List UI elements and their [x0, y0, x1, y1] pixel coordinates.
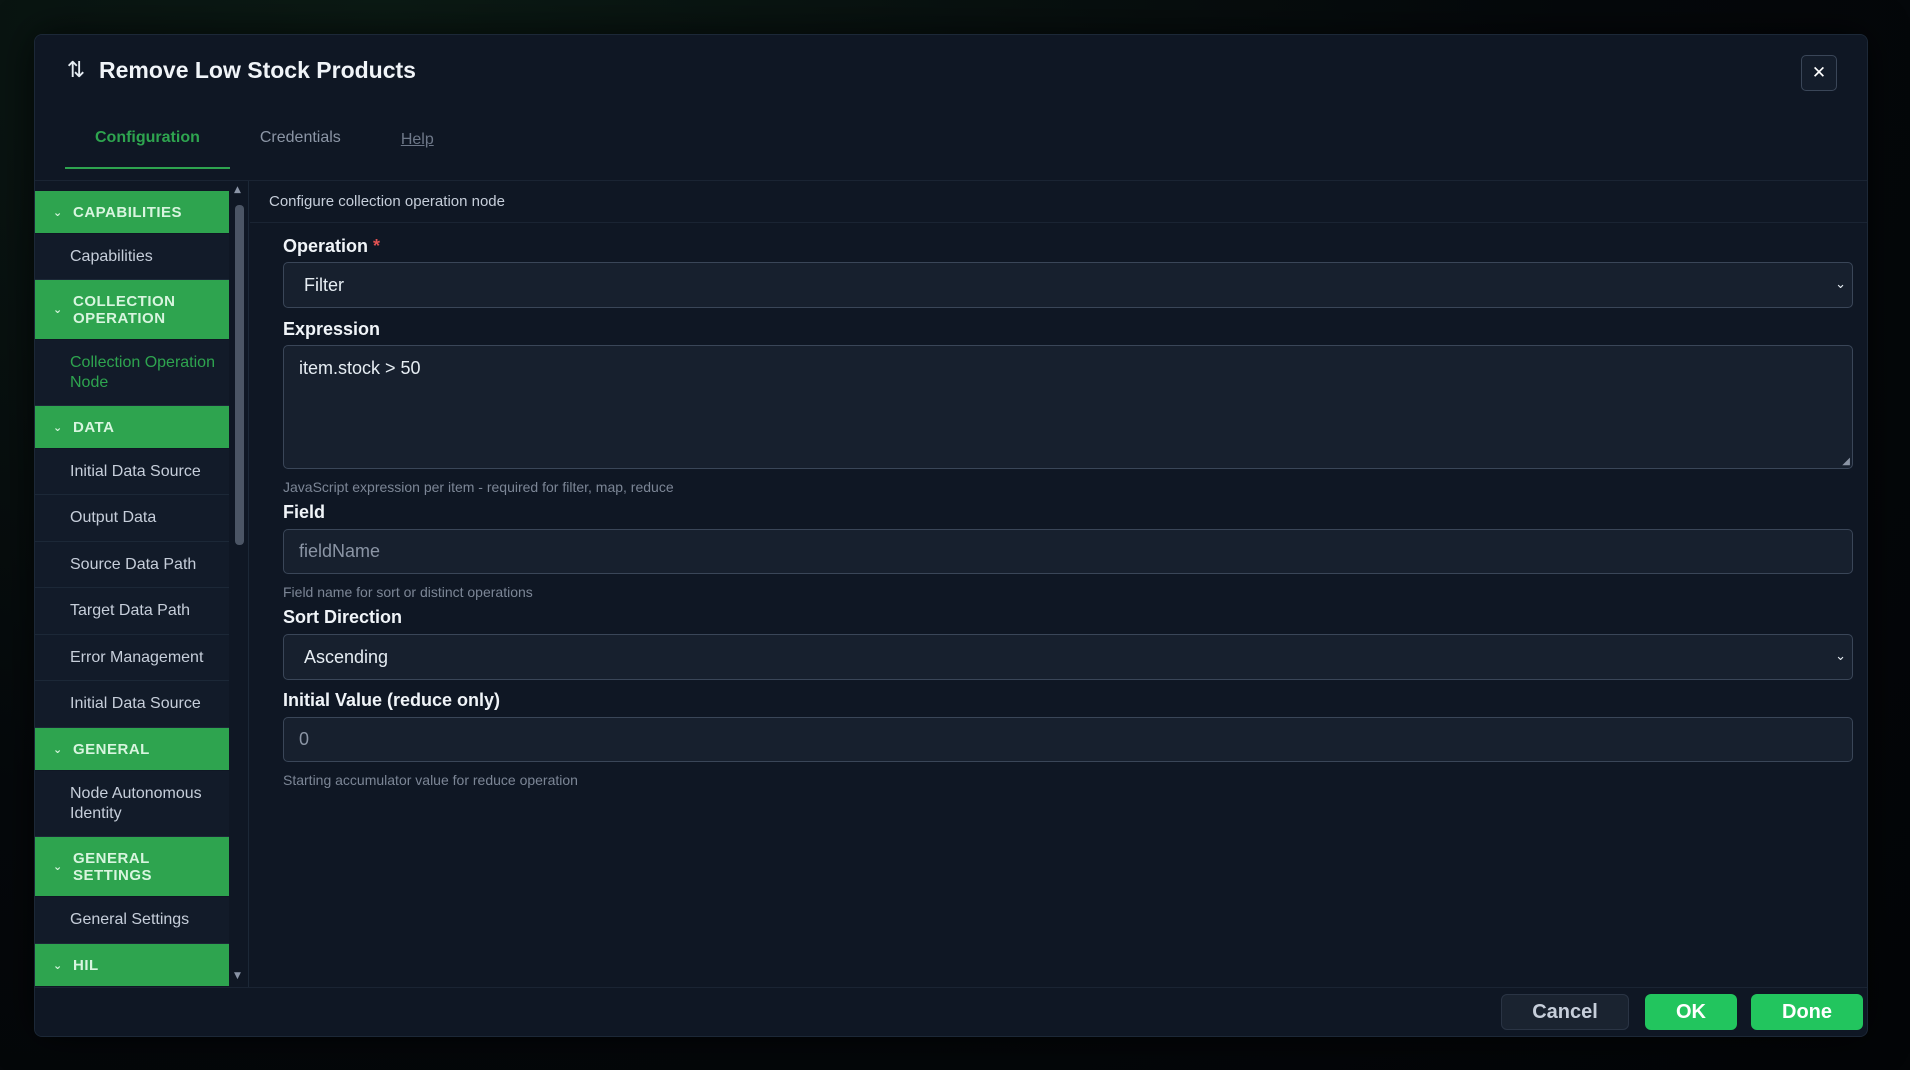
field-label: Field — [283, 502, 326, 522]
main-panel: Configure collection operation node Oper… — [250, 181, 1867, 987]
operation-label-text: Operation — [283, 236, 369, 256]
sort-direction-value: Ascending — [304, 646, 389, 667]
tab-credentials[interactable]: Credentials — [230, 117, 371, 159]
initial-value-label: Initial Value (reduce only) — [283, 690, 501, 710]
dialog-title: Remove Low Stock Products — [99, 57, 416, 83]
scroll-down-icon[interactable]: ▼ — [234, 971, 241, 981]
chevron-down-icon: ⌄ — [1835, 649, 1846, 664]
operation-select[interactable]: Filter ⌄ — [283, 262, 1853, 308]
dialog-header: ⇅ Remove Low Stock Products ✕ Configurat… — [35, 35, 1867, 181]
initial-value-input[interactable]: 0 — [283, 717, 1853, 762]
scroll-up-icon[interactable]: ▲ — [234, 185, 241, 195]
dialog-footer: Cancel OK Done — [35, 987, 1867, 1036]
sidebar-item-source-data-path[interactable]: Source Data Path — [35, 542, 229, 588]
tab-configuration[interactable]: Configuration — [65, 117, 230, 169]
chevron-down-icon: ⌄ — [53, 205, 63, 219]
done-button[interactable]: Done — [1751, 994, 1863, 1030]
panel-description: Configure collection operation node — [250, 181, 1867, 223]
sidebar-item-initial-data-source[interactable]: Initial Data Source — [35, 449, 229, 495]
ok-button[interactable]: OK — [1645, 994, 1737, 1030]
field-input[interactable]: fieldName — [283, 529, 1853, 574]
section-label: GENERAL SETTINGS — [73, 849, 153, 884]
tab-bar: Configuration Credentials Help — [65, 117, 464, 169]
required-marker: * — [373, 236, 381, 256]
sidebar-item-target-data-path[interactable]: Target Data Path — [35, 588, 229, 635]
section-hil[interactable]: ⌄ HIL — [35, 944, 229, 987]
section-label: DATA — [73, 418, 115, 436]
section-label: COLLECTION OPERATION — [73, 292, 176, 327]
close-button[interactable]: ✕ — [1801, 55, 1837, 91]
scrollbar-thumb[interactable] — [235, 205, 244, 545]
expression-value: item.stock > 50 — [299, 358, 421, 378]
section-data[interactable]: ⌄ DATA — [35, 406, 229, 449]
section-general-settings[interactable]: ⌄ GENERAL SETTINGS — [35, 837, 229, 897]
sidebar-item-collection-operation-node[interactable]: Collection Operation Node — [35, 340, 229, 406]
sort-direction-label: Sort Direction — [283, 607, 403, 627]
sidebar-item-general-settings[interactable]: General Settings — [35, 897, 229, 944]
close-icon: ✕ — [1811, 63, 1827, 83]
chevron-down-icon: ⌄ — [53, 860, 63, 873]
sidebar-item-initial-data-source-2[interactable]: Initial Data Source — [35, 681, 229, 728]
resize-grip-icon[interactable]: ◢ — [1842, 456, 1850, 467]
config-dialog: ⇅ Remove Low Stock Products ✕ Configurat… — [34, 34, 1868, 1037]
sidebar-item-node-autonomous-identity[interactable]: Node Autonomous Identity — [35, 771, 229, 837]
operation-label: Operation * — [283, 235, 1853, 257]
initial-value-placeholder: 0 — [299, 729, 310, 749]
sort-direction-select[interactable]: Ascending ⌄ — [283, 634, 1853, 680]
chevron-down-icon: ⌄ — [53, 303, 63, 316]
config-form: Operation * Filter ⌄ Expression item.sto… — [283, 235, 1853, 790]
sidebar-item-output-data[interactable]: Output Data — [35, 495, 229, 542]
section-collection-operation[interactable]: ⌄ COLLECTION OPERATION — [35, 280, 229, 340]
expression-label: Expression — [283, 319, 381, 339]
title-row: ⇅ Remove Low Stock Products — [65, 57, 416, 84]
sidebar-item-capabilities[interactable]: Capabilities — [35, 234, 229, 280]
expression-textarea[interactable]: item.stock > 50 ◢ — [283, 345, 1853, 469]
sidebar-list: ⌄ CAPABILITIES Capabilities ⌄ COLLECTION… — [35, 191, 229, 987]
sort-arrows-icon: ⇅ — [66, 58, 86, 83]
initial-value-hint: Starting accumulator value for reduce op… — [283, 772, 578, 788]
section-general[interactable]: ⌄ GENERAL — [35, 728, 229, 771]
section-capabilities[interactable]: ⌄ CAPABILITIES — [35, 191, 229, 234]
chevron-down-icon: ⌄ — [53, 958, 63, 972]
sidebar: ⌄ CAPABILITIES Capabilities ⌄ COLLECTION… — [35, 181, 249, 987]
field-hint: Field name for sort or distinct operatio… — [283, 584, 533, 600]
expression-hint: JavaScript expression per item - require… — [283, 479, 674, 495]
chevron-down-icon: ⌄ — [53, 742, 63, 756]
chevron-down-icon: ⌄ — [53, 420, 63, 434]
section-label: CAPABILITIES — [73, 203, 183, 221]
field-placeholder: fieldName — [299, 541, 381, 561]
cancel-button[interactable]: Cancel — [1501, 994, 1629, 1030]
section-label: GENERAL — [73, 740, 150, 758]
sidebar-scrollbar[interactable]: ▲ ▼ — [231, 181, 247, 987]
section-label: HIL — [73, 956, 99, 974]
operation-value: Filter — [304, 274, 344, 295]
sidebar-item-error-management[interactable]: Error Management — [35, 635, 229, 681]
tab-help[interactable]: Help — [371, 117, 464, 159]
chevron-down-icon: ⌄ — [1835, 277, 1846, 292]
